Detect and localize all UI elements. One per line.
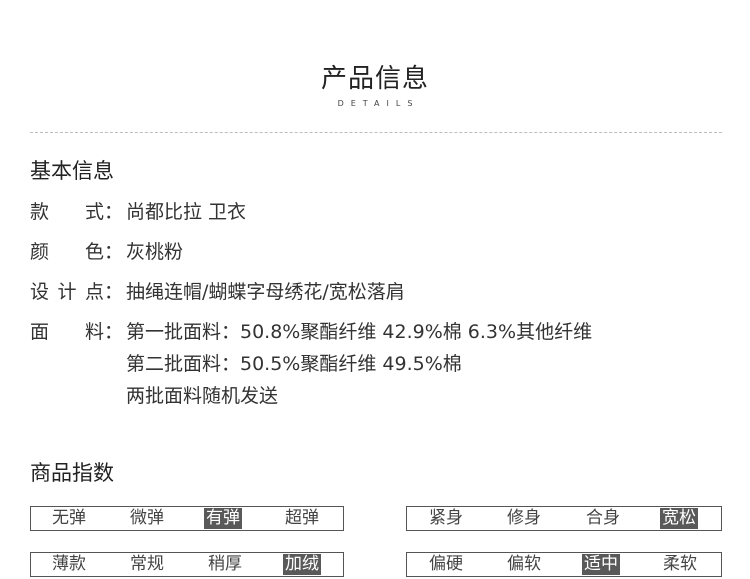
style-row: 款 式 ： 尚都比拉 卫衣 — [30, 197, 246, 224]
fit-scale: 紧身 修身 合身 宽松 — [406, 506, 722, 531]
thickness-option: 常规 — [130, 554, 164, 574]
fit-option: 宽松 — [660, 508, 698, 529]
indices-title: 商品指数 — [30, 461, 114, 485]
fit-option: 合身 — [586, 508, 620, 528]
softness-option: 偏硬 — [429, 554, 463, 574]
thickness-option: 加绒 — [283, 554, 321, 575]
design-label-char: 点 — [84, 281, 104, 303]
thickness-scale: 薄款 常规 稍厚 加绒 — [30, 552, 344, 577]
style-value: 尚都比拉 卫衣 — [126, 201, 247, 223]
color-label-char: 颜 — [30, 241, 50, 263]
color-value: 灰桃粉 — [126, 241, 184, 263]
colon: ： — [104, 201, 124, 223]
design-label-char: 设 — [30, 281, 50, 303]
softness-option: 柔软 — [663, 554, 697, 574]
page-subtitle: DETAILS — [337, 99, 420, 108]
elasticity-option: 无弹 — [52, 508, 86, 528]
softness-scale: 偏硬 偏软 适中 柔软 — [406, 552, 722, 577]
fabric-line-2: 第二批面料：50.5%聚酯纤维 49.5%棉 — [126, 353, 462, 375]
design-label-char: 计 — [57, 281, 77, 303]
page-title: 产品信息 — [320, 64, 429, 94]
colon: ： — [104, 321, 124, 343]
elasticity-option: 微弹 — [130, 508, 164, 528]
fit-option: 紧身 — [429, 508, 463, 528]
softness-option: 偏软 — [507, 554, 541, 574]
design-value: 抽绳连帽/蝴蝶字母绣花/宽松落肩 — [126, 281, 405, 303]
dashed-divider — [30, 132, 722, 133]
fabric-label-char: 面 — [30, 321, 50, 343]
thickness-option: 稍厚 — [208, 554, 242, 574]
style-label-char: 款 — [30, 201, 50, 223]
softness-option: 适中 — [582, 554, 620, 575]
elasticity-option: 超弹 — [285, 508, 319, 528]
design-row: 设 计 点 ： 抽绳连帽/蝴蝶字母绣花/宽松落肩 — [30, 277, 405, 304]
colon: ： — [104, 281, 124, 303]
color-row: 颜 色 ： 灰桃粉 — [30, 237, 183, 264]
fabric-line-1: 第一批面料：50.8%聚酯纤维 42.9%棉 6.3%其他纤维 — [126, 321, 593, 343]
style-label-char: 式 — [84, 201, 104, 223]
thickness-option: 薄款 — [52, 554, 86, 574]
fabric-label-char: 料 — [84, 321, 104, 343]
color-label-char: 色 — [84, 241, 104, 263]
fabric-line-3: 两批面料随机发送 — [126, 385, 279, 407]
elasticity-option: 有弹 — [204, 508, 242, 529]
colon: ： — [104, 241, 124, 263]
fit-option: 修身 — [507, 508, 541, 528]
fabric-row: 面 料 ： 第一批面料：50.8%聚酯纤维 42.9%棉 6.3%其他纤维 — [30, 317, 592, 344]
elasticity-scale: 无弹 微弹 有弹 超弹 — [30, 506, 344, 531]
basic-info-title: 基本信息 — [30, 159, 114, 183]
